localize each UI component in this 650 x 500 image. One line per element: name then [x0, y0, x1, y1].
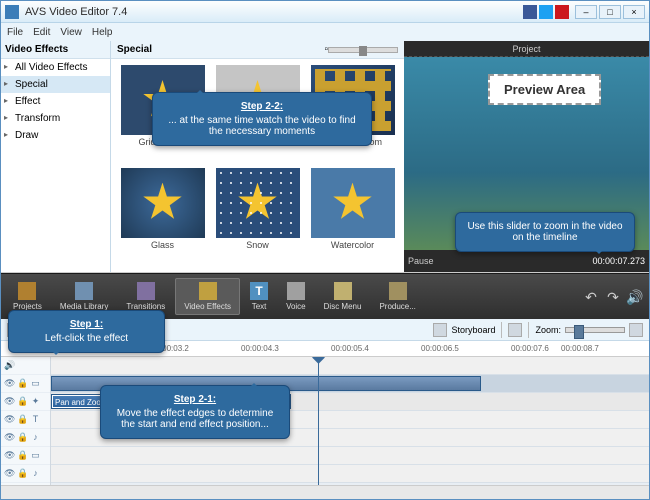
- sidebar-header: Video Effects: [1, 41, 110, 59]
- callout-step-1: Step 1: Left-click the effect: [8, 310, 165, 353]
- undo-button[interactable]: ↶: [581, 287, 601, 307]
- twitter-icon[interactable]: [539, 5, 553, 19]
- toolbar-media-library[interactable]: Media Library: [52, 279, 116, 314]
- audio2-track-icon: ♪: [30, 468, 41, 479]
- menu-view[interactable]: View: [60, 27, 82, 38]
- thumb-glass[interactable]: Glass: [117, 168, 208, 267]
- volume-track-icon[interactable]: 🔊: [4, 360, 15, 371]
- preview-area-label: Preview Area: [488, 74, 601, 105]
- toolbar-disc-menu[interactable]: Disc Menu: [316, 279, 370, 314]
- projects-icon: [18, 282, 36, 300]
- zoom-slider[interactable]: [565, 327, 625, 333]
- sidebar-item-effect[interactable]: Effect: [1, 93, 110, 110]
- zoom-label: Zoom:: [535, 325, 561, 335]
- timeline-view-icon[interactable]: [508, 323, 522, 337]
- storyboard-label[interactable]: Storyboard: [451, 325, 495, 335]
- preview-controls: Pause 00:00:07.273: [404, 250, 649, 272]
- preview-project-label: Project: [404, 41, 649, 57]
- callout-step-2-2: Step 2-2: ... at the same time watch the…: [152, 92, 372, 146]
- audio-track-icon: ♪: [30, 432, 41, 443]
- zoom-fit-icon[interactable]: [629, 323, 643, 337]
- gallery-header: Special ▫: [111, 41, 404, 59]
- toolbar-produce[interactable]: Produce...: [371, 279, 423, 314]
- toolbar-transitions[interactable]: Transitions: [118, 279, 173, 314]
- callout-step-2-1: Step 2-1: Move the effect edges to deter…: [100, 385, 290, 439]
- disc-menu-icon: [334, 282, 352, 300]
- video-effects-icon: [199, 282, 217, 300]
- track-row[interactable]: [51, 465, 649, 483]
- eye-icon[interactable]: 👁: [4, 414, 15, 425]
- sidebar-item-transform[interactable]: Transform: [1, 110, 110, 127]
- video-track-icon: ▭: [30, 378, 41, 389]
- window-title: AVS Video Editor 7.4: [25, 6, 523, 18]
- eye-icon[interactable]: 👁: [4, 468, 15, 479]
- minimize-button[interactable]: –: [575, 5, 597, 19]
- eye-icon[interactable]: 👁: [4, 432, 15, 443]
- redo-button[interactable]: ↷: [603, 287, 623, 307]
- track-row[interactable]: [51, 447, 649, 465]
- playhead[interactable]: [318, 357, 319, 485]
- track-row[interactable]: [51, 357, 649, 375]
- track-headers: 🔊 👁🔒▭ 👁🔒✦ 👁🔒T 👁🔒♪ 👁🔒▭ 👁🔒♪: [1, 357, 51, 485]
- lock-icon[interactable]: 🔒: [17, 450, 28, 461]
- menu-help[interactable]: Help: [92, 27, 113, 38]
- lock-icon[interactable]: 🔒: [17, 378, 28, 389]
- storyboard-icon[interactable]: [433, 323, 447, 337]
- voice-icon: [287, 282, 305, 300]
- menu-file[interactable]: File: [7, 27, 23, 38]
- volume-icon[interactable]: 🔊: [625, 287, 645, 307]
- close-button[interactable]: ×: [623, 5, 645, 19]
- produce-icon: [389, 282, 407, 300]
- social-links: [523, 5, 569, 19]
- timeline: 🔊 👁🔒▭ 👁🔒✦ 👁🔒T 👁🔒♪ 👁🔒▭ 👁🔒♪ Pan and Zoom: [1, 357, 649, 485]
- callout-zoom: Use this slider to zoom in the video on …: [455, 212, 635, 252]
- lock-icon[interactable]: 🔒: [17, 468, 28, 479]
- media-library-icon: [75, 282, 93, 300]
- sidebar-item-all[interactable]: All Video Effects: [1, 59, 110, 76]
- text-icon: [250, 282, 268, 300]
- menubar: File Edit View Help: [1, 23, 649, 41]
- lock-icon[interactable]: 🔒: [17, 414, 28, 425]
- eye-icon[interactable]: 👁: [4, 378, 15, 389]
- toolbar-projects[interactable]: Projects: [5, 279, 50, 314]
- lock-icon[interactable]: 🔒: [17, 432, 28, 443]
- eye-icon[interactable]: 👁: [4, 396, 15, 407]
- overlay-track-icon: ▭: [30, 450, 41, 461]
- titlebar: AVS Video Editor 7.4 – □ ×: [1, 1, 649, 23]
- youtube-icon[interactable]: [555, 5, 569, 19]
- menu-edit[interactable]: Edit: [33, 27, 50, 38]
- sidebar-item-draw[interactable]: Draw: [1, 127, 110, 144]
- window-controls: – □ ×: [575, 5, 645, 19]
- lock-icon[interactable]: 🔒: [17, 396, 28, 407]
- gallery-grid: Grid Mosaic Puzzle Pan and Zoom Glass Sn…: [111, 59, 404, 272]
- effects-sidebar: Video Effects All Video Effects Special …: [1, 41, 111, 272]
- transitions-icon: [137, 282, 155, 300]
- eye-icon[interactable]: 👁: [4, 450, 15, 461]
- toolbar-voice[interactable]: Voice: [278, 279, 314, 314]
- thumb-size-slider[interactable]: [328, 47, 398, 53]
- gallery-title: Special: [117, 44, 152, 55]
- text-track-icon: T: [30, 414, 41, 425]
- horizontal-scrollbar[interactable]: [1, 485, 649, 499]
- toolbar-video-effects[interactable]: Video Effects: [175, 278, 240, 315]
- thumb-snow[interactable]: Snow: [212, 168, 303, 267]
- fx-track-icon: ✦: [30, 396, 41, 407]
- thumb-watercolor[interactable]: Watercolor: [307, 168, 398, 267]
- facebook-icon[interactable]: [523, 5, 537, 19]
- pause-button[interactable]: Pause: [408, 256, 434, 266]
- effect-gallery: Special ▫ Grid Mosaic Puzzle Pan and Zoo…: [111, 41, 404, 272]
- toolbar-text[interactable]: Text: [242, 279, 276, 314]
- sidebar-item-special[interactable]: Special: [1, 76, 110, 93]
- app-icon: [5, 5, 19, 19]
- maximize-button[interactable]: □: [599, 5, 621, 19]
